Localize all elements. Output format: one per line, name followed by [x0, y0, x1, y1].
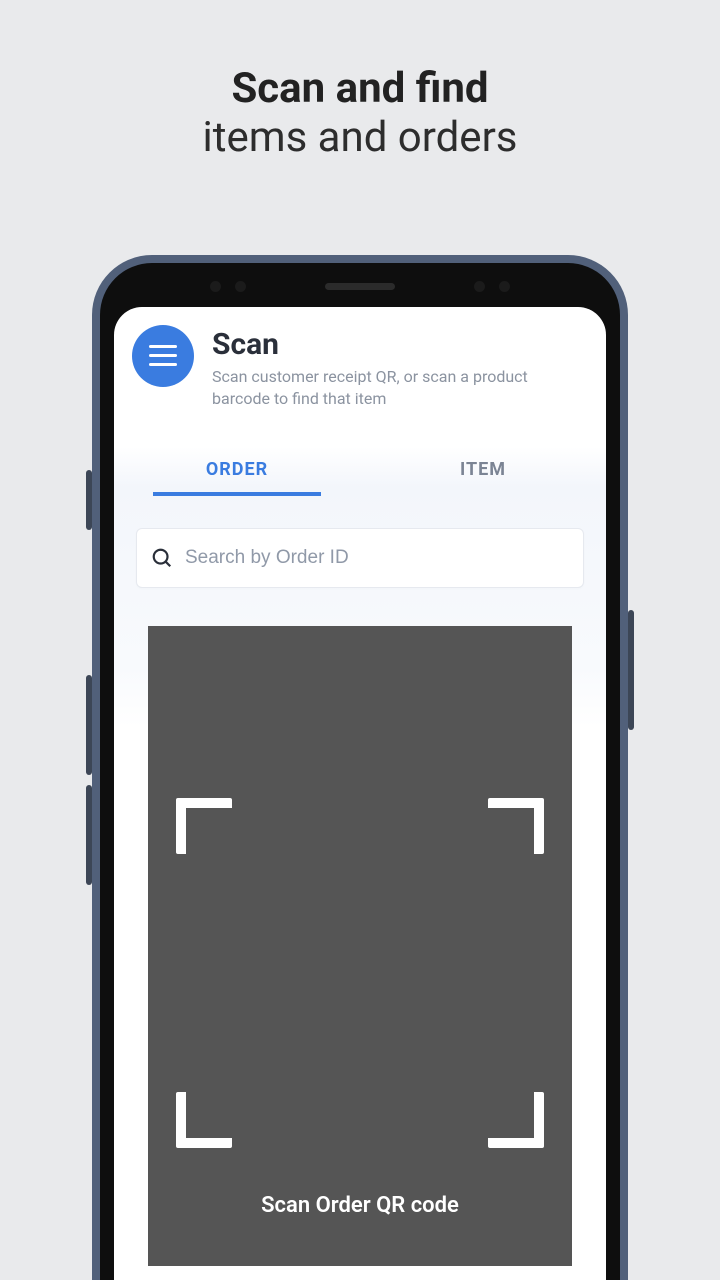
phone-speaker	[325, 283, 395, 290]
promo-line2: items and orders	[0, 113, 720, 163]
phone-side-button	[86, 470, 92, 530]
phone-sensor	[210, 281, 221, 292]
hamburger-icon	[149, 345, 177, 367]
tab-item[interactable]: ITEM	[360, 445, 606, 494]
search-icon	[151, 547, 173, 569]
search-input[interactable]	[185, 547, 569, 569]
promo-line1: Scan and find	[0, 65, 720, 113]
scan-frame-corner	[488, 798, 544, 854]
promo-headline: Scan and find items and orders	[0, 65, 720, 164]
phone-sensor	[235, 281, 246, 292]
scan-frame-corner	[176, 798, 232, 854]
phone-bezel: Scan Scan customer receipt QR, or scan a…	[100, 263, 620, 1280]
scan-frame-corner	[488, 1092, 544, 1148]
tabs: ORDER ITEM	[114, 445, 606, 494]
phone-side-button	[628, 610, 634, 730]
app-screen: Scan Scan customer receipt QR, or scan a…	[114, 307, 606, 1280]
camera-viewport[interactable]: Scan Order QR code	[148, 626, 572, 1266]
camera-instruction: Scan Order QR code	[148, 1193, 572, 1218]
phone-frame: Scan Scan customer receipt QR, or scan a…	[92, 255, 628, 1280]
page-title: Scan	[212, 327, 584, 362]
header-text: Scan Scan customer receipt QR, or scan a…	[212, 325, 584, 409]
search-field[interactable]	[136, 528, 584, 588]
phone-sensor	[499, 281, 510, 292]
phone-sensor	[474, 281, 485, 292]
phone-side-button	[86, 785, 92, 885]
phone-side-button	[86, 675, 92, 775]
menu-button[interactable]	[132, 325, 194, 387]
tab-order[interactable]: ORDER	[114, 445, 360, 494]
page-subtitle: Scan customer receipt QR, or scan a prod…	[212, 366, 572, 409]
app-header: Scan Scan customer receipt QR, or scan a…	[114, 307, 606, 427]
scan-frame-corner	[176, 1092, 232, 1148]
search-container	[136, 528, 584, 588]
